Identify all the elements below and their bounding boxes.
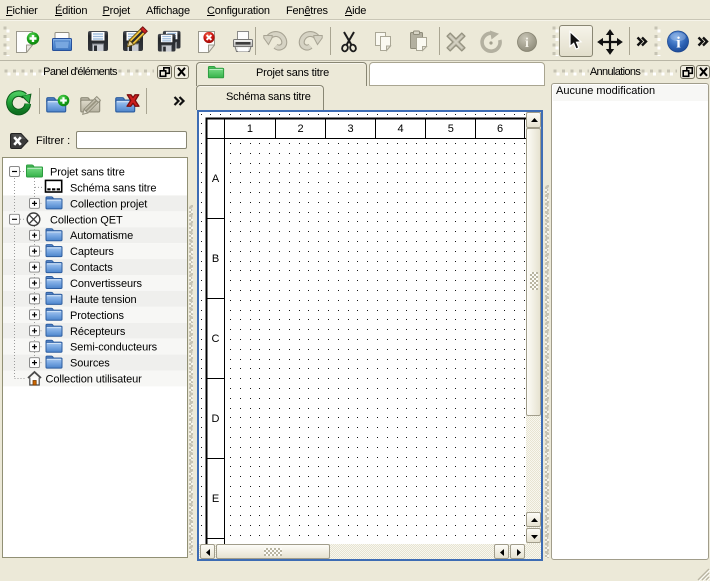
svg-text:Collection projet: Collection projet <box>70 198 147 210</box>
svg-text:Haute tension: Haute tension <box>70 294 137 306</box>
svg-text:Automatisme: Automatisme <box>70 230 133 242</box>
svg-text:Collection QET: Collection QET <box>50 214 123 226</box>
svg-text:C: C <box>212 333 220 345</box>
svg-text:B: B <box>212 253 219 265</box>
svg-text:1: 1 <box>247 123 253 135</box>
svg-text:Schéma sans titre: Schéma sans titre <box>70 182 156 194</box>
svg-text:Récepteurs: Récepteurs <box>70 326 126 338</box>
svg-text:6: 6 <box>497 123 503 135</box>
svg-text:i: i <box>676 35 681 52</box>
svg-text:D: D <box>212 413 220 425</box>
svg-text:Sources: Sources <box>70 358 110 370</box>
svg-text:Projet sans titre: Projet sans titre <box>50 167 125 179</box>
svg-text:Semi-conducteurs: Semi-conducteurs <box>70 342 158 354</box>
svg-text:Collection utilisateur: Collection utilisateur <box>46 374 143 386</box>
svg-text:2: 2 <box>297 123 303 135</box>
svg-text:A: A <box>212 173 220 185</box>
svg-text:i: i <box>525 36 529 51</box>
svg-text:Protections: Protections <box>70 310 125 322</box>
svg-text:Convertisseurs: Convertisseurs <box>70 278 143 290</box>
svg-text:Contacts: Contacts <box>70 262 113 274</box>
svg-text:5: 5 <box>448 123 454 135</box>
svg-text:4: 4 <box>398 123 404 135</box>
svg-text:Capteurs: Capteurs <box>70 246 114 258</box>
svg-text:E: E <box>212 493 219 505</box>
svg-text:3: 3 <box>347 123 353 135</box>
